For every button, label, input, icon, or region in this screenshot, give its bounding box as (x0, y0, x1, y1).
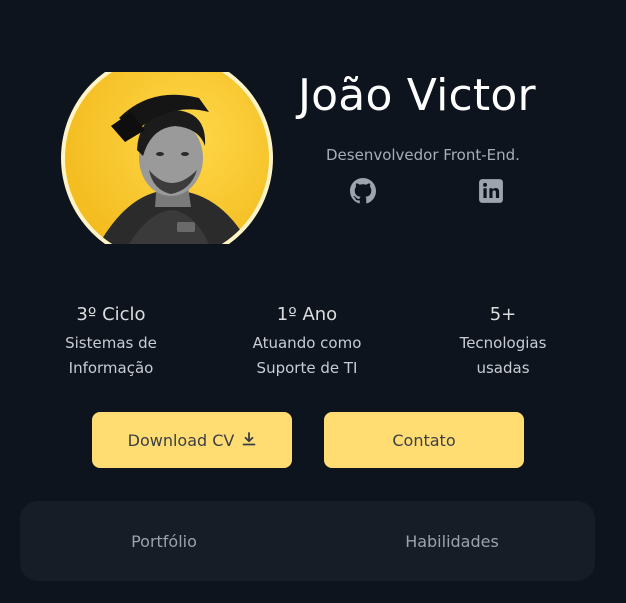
avatar-photo (61, 72, 273, 244)
stat-year: 1º Ano Atuando como Suporte de TI (232, 304, 382, 381)
profile-avatar (59, 72, 275, 244)
stat-cycle: 3º Ciclo Sistemas de Informação (36, 304, 186, 381)
tab-portfolio[interactable]: Portfólio (64, 501, 264, 581)
stat-label-line1: Tecnologias (459, 334, 547, 352)
section-tabs: Portfólio Habilidades (20, 501, 595, 581)
stat-value: 5+ (489, 304, 517, 325)
contact-button[interactable]: Contato (324, 412, 524, 468)
stat-label-line1: Atuando como (252, 334, 362, 352)
stat-label-line2: Informação (68, 359, 154, 377)
tab-skills[interactable]: Habilidades (352, 501, 552, 581)
tab-label: Habilidades (405, 531, 499, 551)
download-cv-label: Download CV (127, 430, 235, 450)
download-cv-button[interactable]: Download CV (92, 412, 292, 468)
github-icon[interactable] (350, 178, 376, 204)
stat-value: 1º Ano (276, 304, 338, 325)
profile-role: Desenvolvedor Front-End. (326, 146, 520, 164)
stat-technologies: 5+ Tecnologias usadas (428, 304, 578, 381)
stat-label-line2: Suporte de TI (256, 359, 358, 377)
stat-label-line1: Sistemas de (65, 334, 157, 352)
download-icon (242, 431, 256, 450)
tab-label: Portfólio (131, 531, 197, 551)
profile-name: João Victor (298, 70, 536, 121)
linkedin-icon[interactable] (478, 178, 504, 204)
stat-label-line2: usadas (476, 359, 530, 377)
stat-value: 3º Ciclo (76, 304, 146, 325)
contact-label: Contato (392, 430, 456, 450)
